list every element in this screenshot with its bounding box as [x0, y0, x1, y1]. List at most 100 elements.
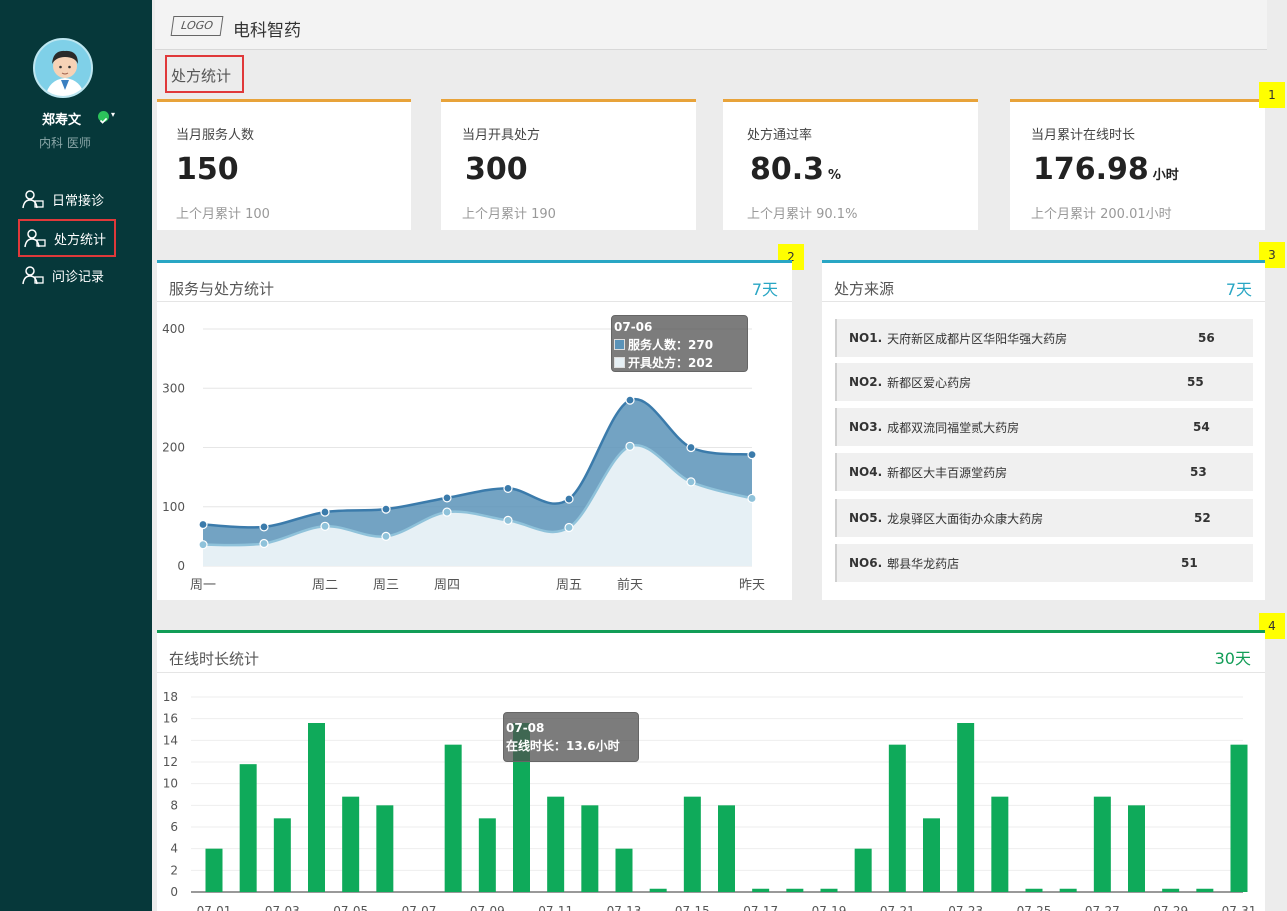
stat-value: 300	[465, 152, 528, 187]
x-tick-label: 前天	[617, 577, 643, 593]
x-tick-label: 07-29	[1153, 904, 1188, 911]
bar	[854, 848, 872, 892]
data-point	[686, 477, 696, 487]
range-selector[interactable]: 30天	[1215, 645, 1251, 669]
stat-label: 当月开具处方	[462, 128, 541, 143]
user-name: 郑寿文	[42, 113, 82, 128]
bar	[1162, 888, 1180, 892]
bar	[581, 805, 599, 892]
bar	[273, 818, 291, 892]
y-tick-label: 0	[177, 559, 185, 573]
x-tick-label: 07-23	[948, 904, 983, 911]
stat-previous: 上个月累计 190	[462, 207, 556, 222]
bar	[547, 796, 565, 892]
stat-value: 176.98 小时	[1033, 152, 1179, 187]
sidebar-item-consult-records[interactable]: 问诊记录	[18, 256, 116, 294]
x-tick-label: 07-01	[197, 904, 232, 911]
x-tick-label: 07-27	[1085, 904, 1120, 911]
page-title-box: 处方统计	[165, 55, 244, 93]
data-point	[259, 538, 269, 549]
divider	[157, 672, 1265, 673]
chart-tooltip: 07-06 服务人数：270 开具处方：202	[611, 315, 748, 372]
data-point	[503, 483, 513, 493]
range-selector[interactable]: 7天	[1226, 276, 1252, 300]
panel-title: 处方来源	[834, 280, 895, 298]
stat-label: 当月服务人数	[176, 128, 255, 143]
bar	[991, 796, 1009, 892]
range-selector[interactable]: 7天	[752, 276, 778, 300]
chart-tooltip: 07-08 在线时长：13.6小时	[503, 712, 639, 762]
stat-label: 处方通过率	[747, 128, 813, 143]
bar	[683, 796, 701, 892]
x-tick-label: 07-17	[743, 904, 778, 911]
bar	[957, 723, 975, 892]
list-item[interactable]: NO1. 天府新区成都片区华阳华强大药房 56	[835, 319, 1253, 357]
data-point	[564, 522, 574, 533]
list-item[interactable]: NO3. 成都双流同福堂贰大药房 54	[835, 408, 1253, 446]
tooltip-date: 07-06	[614, 320, 653, 334]
annotation-tag-1: 1	[1259, 82, 1285, 108]
y-tick-label: 16	[163, 712, 178, 726]
data-point	[625, 395, 635, 405]
data-point	[381, 504, 391, 514]
list-item[interactable]: NO2. 新都区爱心药房 55	[835, 363, 1253, 401]
x-tick-label: 07-07	[402, 904, 437, 911]
list-item[interactable]: NO5. 龙泉驿区大面街办众康大药房 52	[835, 499, 1253, 537]
stat-label: 当月累计在线时长	[1031, 128, 1136, 143]
data-point	[747, 493, 757, 504]
panel-title: 在线时长统计	[169, 650, 260, 668]
avatar[interactable]	[33, 38, 93, 98]
data-point	[381, 531, 391, 541]
x-tick-label: 周五	[556, 578, 582, 593]
bar	[1059, 888, 1077, 892]
bar	[478, 818, 496, 892]
x-tick-label: 07-03	[265, 904, 300, 911]
header: LOGO 电科智药	[155, 0, 1267, 50]
data-point	[198, 519, 208, 530]
sidebar-item-label: 日常接诊	[52, 193, 105, 209]
x-tick-label: 07-25	[1017, 904, 1052, 911]
tooltip-date: 07-08	[506, 721, 545, 735]
y-tick-label: 200	[162, 441, 185, 455]
sidebar: 郑寿文 ▾ 内科 医师 日常接诊 处方统计 问诊记录	[0, 0, 152, 911]
source-panel: 处方来源 7天 NO1. 天府新区成都片区华阳华强大药房 56 NO2. 新都区爱心…	[822, 260, 1265, 600]
stat-value: 150	[176, 152, 239, 187]
x-tick-label: 07-13	[607, 904, 642, 911]
doctor-avatar-icon	[45, 50, 85, 96]
sidebar-item-prescription-stats[interactable]: 处方统计	[18, 219, 116, 257]
x-tick-label: 周三	[373, 578, 399, 593]
list-item[interactable]: NO6. 郫县华龙药店 51	[835, 544, 1253, 582]
stat-value: 80.3%	[750, 152, 842, 187]
bar	[205, 848, 223, 892]
stat-card-pass-rate: 处方通过率 80.3% 上个月累计 90.1%	[723, 99, 978, 230]
y-tick-label: 6	[170, 820, 178, 834]
tooltip-line: 开具处方：202	[614, 354, 747, 372]
y-tick-label: 18	[163, 690, 178, 704]
bar	[308, 723, 325, 892]
x-tick-label: 07-21	[880, 904, 915, 911]
bar	[718, 805, 735, 892]
divider	[157, 301, 792, 302]
data-point	[259, 522, 269, 532]
data-point	[442, 493, 452, 503]
sidebar-item-daily-consult[interactable]: 日常接诊	[18, 180, 116, 218]
y-tick-label: 12	[163, 755, 178, 769]
list-item[interactable]: NO4. 新都区大丰百源堂药房 53	[835, 453, 1253, 491]
bar	[1230, 744, 1248, 892]
y-tick-label: 8	[170, 798, 178, 812]
panel-title: 服务与处方统计	[169, 280, 275, 298]
bar	[820, 888, 838, 892]
user-menu-caret-icon[interactable]: ▾	[111, 110, 115, 119]
sidebar-item-label: 问诊记录	[52, 269, 105, 285]
bar	[888, 744, 906, 892]
x-tick-label: 周二	[312, 578, 338, 593]
bar	[1128, 805, 1145, 892]
data-point	[686, 442, 696, 453]
sidebar-item-label: 处方统计	[54, 232, 107, 248]
bar	[1196, 888, 1214, 892]
y-tick-label: 0	[170, 885, 178, 899]
stat-previous: 上个月累计 200.01小时	[1031, 207, 1172, 222]
y-tick-label: 300	[162, 381, 185, 395]
app-title: 电科智药	[233, 21, 301, 41]
x-tick-label: 07-31	[1222, 904, 1257, 911]
